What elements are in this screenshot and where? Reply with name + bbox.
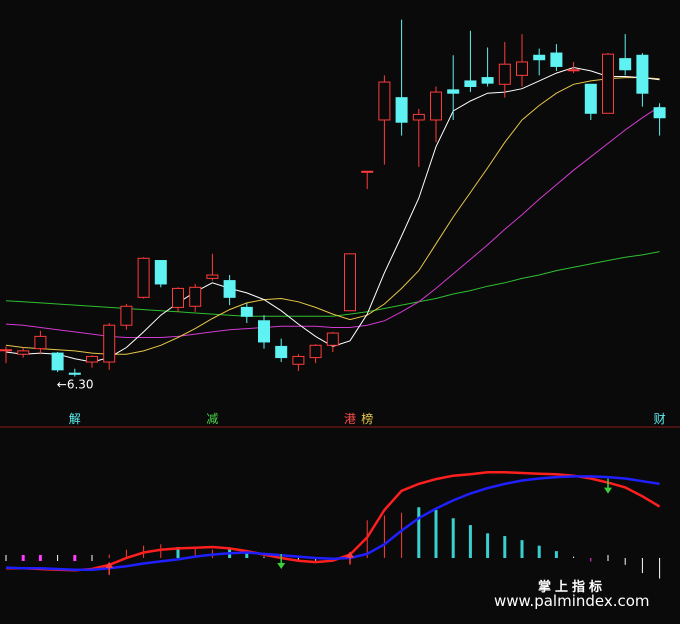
candle-up <box>378 81 391 121</box>
candle-up <box>602 53 614 114</box>
chart-stage: 解减港榜财 ←6.30 掌上指标 www.palmindex.com <box>0 0 680 624</box>
candle-up <box>498 63 511 85</box>
event-marker: 减 <box>206 412 218 426</box>
event-marker: 解 <box>69 412 81 426</box>
candle-up <box>516 61 528 76</box>
candle-down <box>223 280 236 298</box>
candle-down <box>447 89 460 94</box>
low-price-label: ←6.30 <box>57 378 94 392</box>
candle-up <box>567 69 580 72</box>
candle-down <box>619 58 632 71</box>
candle-up <box>326 332 339 346</box>
candle-up <box>137 257 150 298</box>
event-marker: 港 <box>344 412 356 426</box>
candle-up <box>189 286 202 307</box>
indicator-panel <box>5 471 661 579</box>
candle-down <box>481 77 494 84</box>
ma-mid-line <box>5 77 660 355</box>
candle-down <box>550 52 563 67</box>
candle-down <box>154 260 167 285</box>
price-panel: 解 减 港榜 财 <box>0 19 666 426</box>
candle-up <box>206 274 219 279</box>
event-marker: 榜 <box>361 411 373 426</box>
candle-down <box>240 306 253 317</box>
candle-up <box>34 335 47 350</box>
candle-down <box>275 345 288 359</box>
candle-down <box>51 352 64 371</box>
signal-line-red <box>6 471 661 572</box>
candle-up <box>309 344 322 359</box>
candle-up <box>292 355 305 365</box>
candle-down <box>464 80 477 88</box>
candle-up <box>361 170 374 173</box>
candle-down <box>584 83 597 114</box>
candle-down <box>636 54 649 94</box>
sell-arrow-head <box>604 487 612 494</box>
stock-chart: 解减港榜财 ←6.30 掌上指标 www.palmindex.com <box>0 19 680 610</box>
candle-up <box>103 324 116 363</box>
candle-down <box>68 372 81 375</box>
watermark-url: www.palmindex.com <box>494 592 650 610</box>
candle-up <box>17 350 30 355</box>
candle-up <box>344 253 356 312</box>
candle-up <box>172 287 184 308</box>
candle-down <box>533 54 546 61</box>
candle-up <box>412 113 425 121</box>
event-marker: 财 <box>654 412 666 426</box>
candle-up <box>120 305 133 326</box>
sell-arrow-head <box>277 563 286 569</box>
ma-fast-line <box>5 66 660 363</box>
ma-long-line <box>5 251 660 317</box>
candle-up <box>0 349 12 352</box>
candle-down <box>653 107 666 119</box>
signal-line-blue <box>5 475 660 571</box>
candle-up <box>430 91 442 121</box>
ma-slow-line <box>5 106 660 338</box>
candle-down <box>258 320 270 343</box>
candle-down <box>395 97 408 123</box>
candle-up <box>86 355 98 363</box>
